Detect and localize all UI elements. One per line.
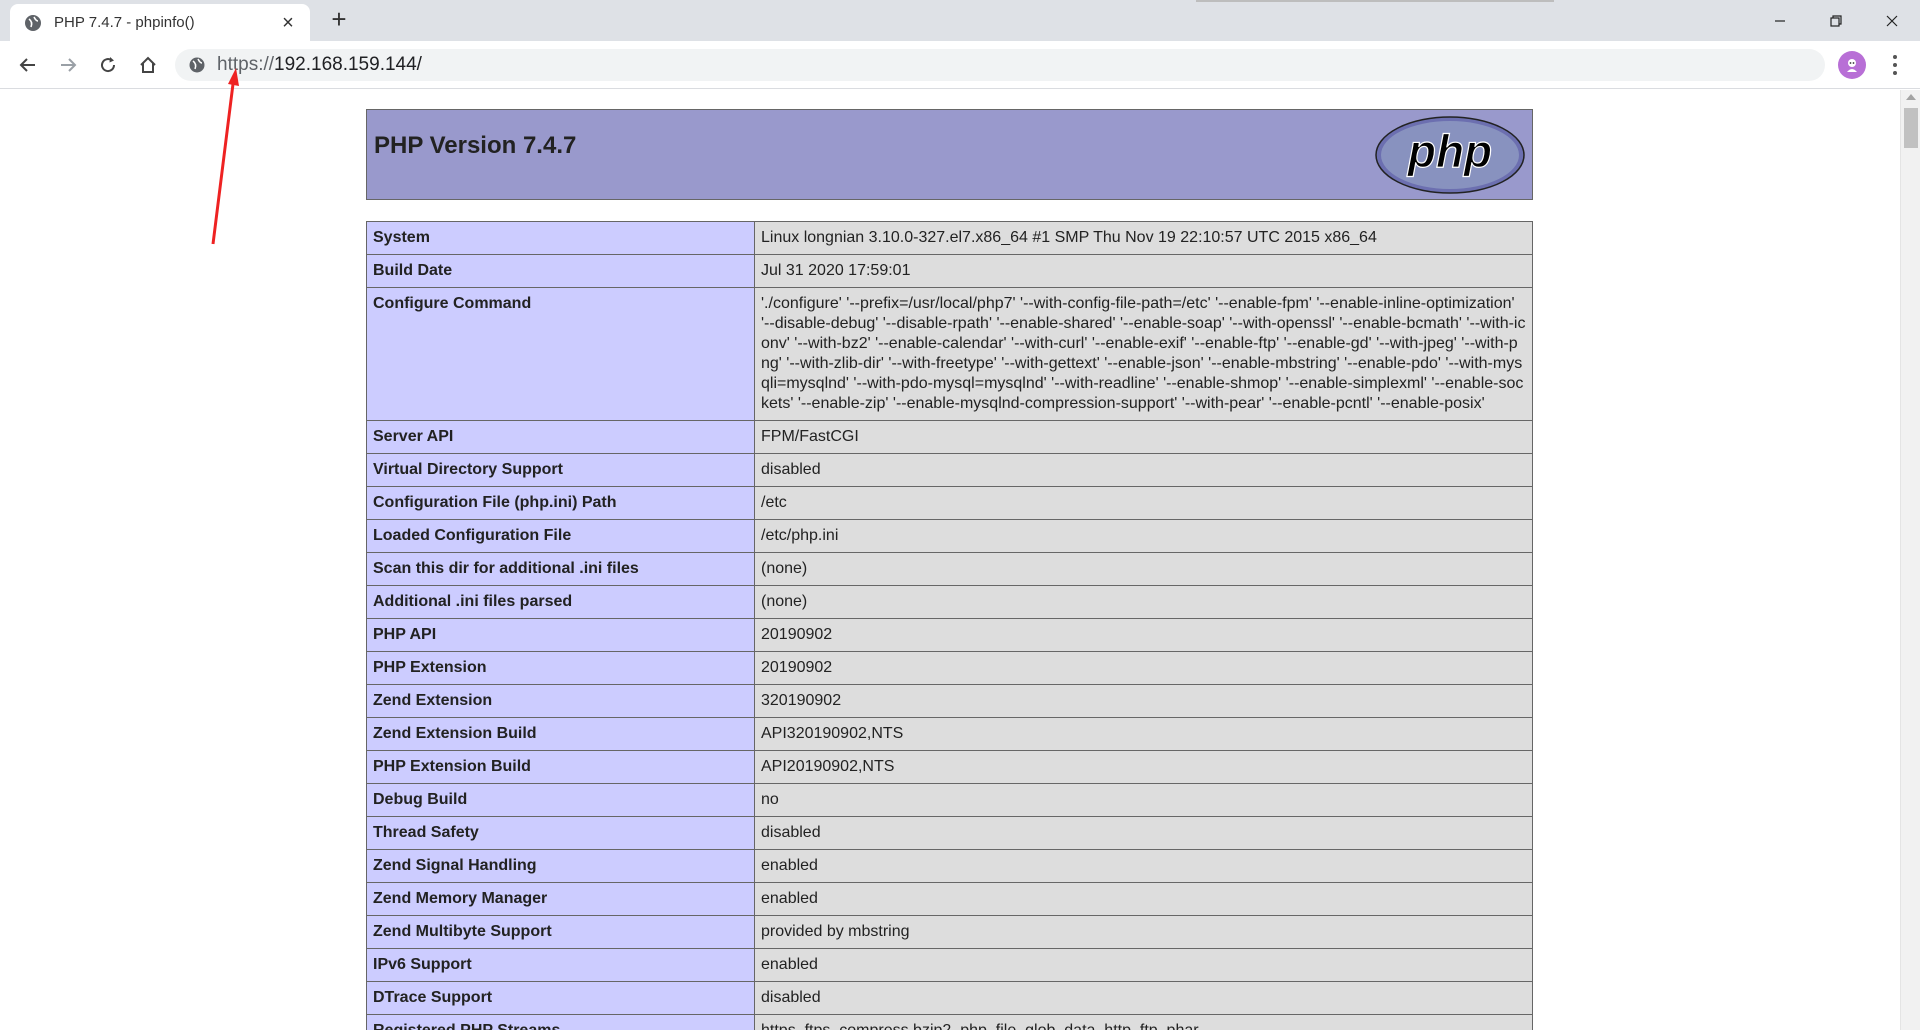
new-tab-button[interactable]: +: [325, 6, 353, 34]
table-row: Configuration File (php.ini) Path/etc: [366, 486, 1533, 520]
table-row: Build Date Jul 31 2020 17:59:01: [366, 254, 1533, 288]
table-row: Additional .ini files parsed (none): [366, 585, 1533, 619]
vertical-scrollbar[interactable]: [1900, 90, 1920, 1030]
table-row: Zend Signal Handling enabled: [366, 849, 1533, 883]
table-row: DTrace Support disabled: [366, 981, 1533, 1015]
table-row: Virtual Directory Support disabled: [366, 453, 1533, 487]
table-row: PHP Extension 20190902: [366, 651, 1533, 685]
table-row: Scan this dir for additional .ini files(…: [366, 552, 1533, 586]
php-logo-text: php: [1406, 125, 1492, 177]
url-text[interactable]: https://192.168.159.144/: [217, 54, 422, 76]
browser-tab[interactable]: PHP 7.4.7 - phpinfo() ×: [10, 4, 310, 41]
row-value: provided by mbstring: [754, 915, 1533, 949]
table-row: PHP API 20190902: [366, 618, 1533, 652]
row-value: enabled: [754, 948, 1533, 982]
row-value: API320190902,NTS: [754, 717, 1533, 751]
row-value: (none): [754, 585, 1533, 619]
row-value: enabled: [754, 882, 1533, 916]
table-row: PHP Extension Build API20190902,NTS: [366, 750, 1533, 784]
tab-strip: PHP 7.4.7 - phpinfo() × +: [0, 0, 1920, 41]
table-row: Zend Extension 320190902: [366, 684, 1533, 718]
row-value: https, ftps, compress.bzip2, php, file, …: [754, 1014, 1533, 1030]
row-label: Scan this dir for additional .ini files: [366, 552, 755, 586]
row-value: disabled: [754, 816, 1533, 850]
row-value: no: [754, 783, 1533, 817]
row-label: DTrace Support: [366, 981, 755, 1015]
phpinfo-table: System Linux longnian 3.10.0-327.el7.x86_…: [366, 221, 1533, 1030]
page-viewport: PHP Version 7.4.7 php System Linux longni…: [0, 90, 1900, 1030]
row-value: disabled: [754, 981, 1533, 1015]
site-info-icon[interactable]: [187, 55, 207, 75]
browser-toolbar: https://192.168.159.144/: [0, 41, 1920, 89]
address-bar[interactable]: https://192.168.159.144/: [175, 49, 1825, 81]
row-label: PHP Extension Build: [366, 750, 755, 784]
table-row: Zend Multibyte Support provided by mbstri…: [366, 915, 1533, 949]
row-label: Debug Build: [366, 783, 755, 817]
home-icon[interactable]: [132, 49, 164, 81]
table-row: Thread Safety disabled: [366, 816, 1533, 850]
row-label: Zend Extension Build: [366, 717, 755, 751]
scroll-up-icon[interactable]: [1906, 94, 1916, 100]
row-value: FPM/FastCGI: [754, 420, 1533, 454]
tab-title: PHP 7.4.7 - phpinfo(): [54, 14, 195, 31]
phpinfo-rows: System Linux longnian 3.10.0-327.el7.x86_…: [366, 221, 1533, 1030]
row-label: IPv6 Support: [366, 948, 755, 982]
row-value: 20190902: [754, 618, 1533, 652]
globe-icon: [24, 14, 42, 32]
row-label: Zend Memory Manager: [366, 882, 755, 916]
window-controls: [1752, 0, 1920, 41]
row-label: Thread Safety: [366, 816, 755, 850]
table-row: IPv6 Support enabled: [366, 948, 1533, 982]
maximize-icon[interactable]: [1808, 0, 1864, 41]
row-value: './configure' '--prefix=/usr/local/php7'…: [754, 287, 1533, 421]
back-icon[interactable]: [12, 49, 44, 81]
row-value: Linux longnian 3.10.0-327.el7.x86_64 #1 …: [754, 221, 1533, 255]
row-label: Virtual Directory Support: [366, 453, 755, 487]
url-host: 192.168.159.144/: [274, 54, 422, 75]
row-value: 20190902: [754, 651, 1533, 685]
row-value: disabled: [754, 453, 1533, 487]
minimize-icon[interactable]: [1752, 0, 1808, 41]
close-tab-button[interactable]: ×: [278, 13, 298, 33]
row-label: Configure Command: [366, 287, 755, 421]
table-row: System Linux longnian 3.10.0-327.el7.x86_…: [366, 221, 1533, 255]
reload-icon[interactable]: [92, 49, 124, 81]
table-row: Configure Command './configure' '--prefix…: [366, 287, 1533, 421]
table-row: Loaded Configuration File/etc/php.ini: [366, 519, 1533, 553]
forward-icon[interactable]: [52, 49, 84, 81]
row-label: Additional .ini files parsed: [366, 585, 755, 619]
drag-strip: [1196, 0, 1554, 2]
table-row: Debug Build no: [366, 783, 1533, 817]
row-label: Configuration File (php.ini) Path: [366, 486, 755, 520]
table-row: Zend Memory Manager enabled: [366, 882, 1533, 916]
php-header: PHP Version 7.4.7 php: [366, 109, 1533, 200]
url-scheme: https://: [217, 54, 275, 75]
row-value: enabled: [754, 849, 1533, 883]
page-title: PHP Version 7.4.7: [374, 132, 577, 159]
row-label: Zend Extension: [366, 684, 755, 718]
row-value: API20190902,NTS: [754, 750, 1533, 784]
row-label: Build Date: [366, 254, 755, 288]
row-label: Zend Signal Handling: [366, 849, 755, 883]
menu-icon[interactable]: [1880, 49, 1910, 81]
table-row: Zend Extension Build API320190902,NTS: [366, 717, 1533, 751]
row-label: Server API: [366, 420, 755, 454]
close-icon[interactable]: [1864, 0, 1920, 41]
table-row: Server API FPM/FastCGI: [366, 420, 1533, 454]
row-value: /etc: [754, 486, 1533, 520]
row-label: PHP API: [366, 618, 755, 652]
row-label: Registered PHP Streams: [366, 1014, 755, 1030]
row-label: System: [366, 221, 755, 255]
row-value: 320190902: [754, 684, 1533, 718]
table-row: Registered PHP Streamshttps, ftps, compr…: [366, 1014, 1533, 1030]
row-value: Jul 31 2020 17:59:01: [754, 254, 1533, 288]
scroll-thumb[interactable]: [1904, 108, 1918, 148]
row-label: PHP Extension: [366, 651, 755, 685]
profile-icon[interactable]: [1838, 51, 1866, 79]
php-logo: php: [1375, 116, 1525, 194]
row-value: /etc/php.ini: [754, 519, 1533, 553]
row-label: Zend Multibyte Support: [366, 915, 755, 949]
row-label: Loaded Configuration File: [366, 519, 755, 553]
row-value: (none): [754, 552, 1533, 586]
